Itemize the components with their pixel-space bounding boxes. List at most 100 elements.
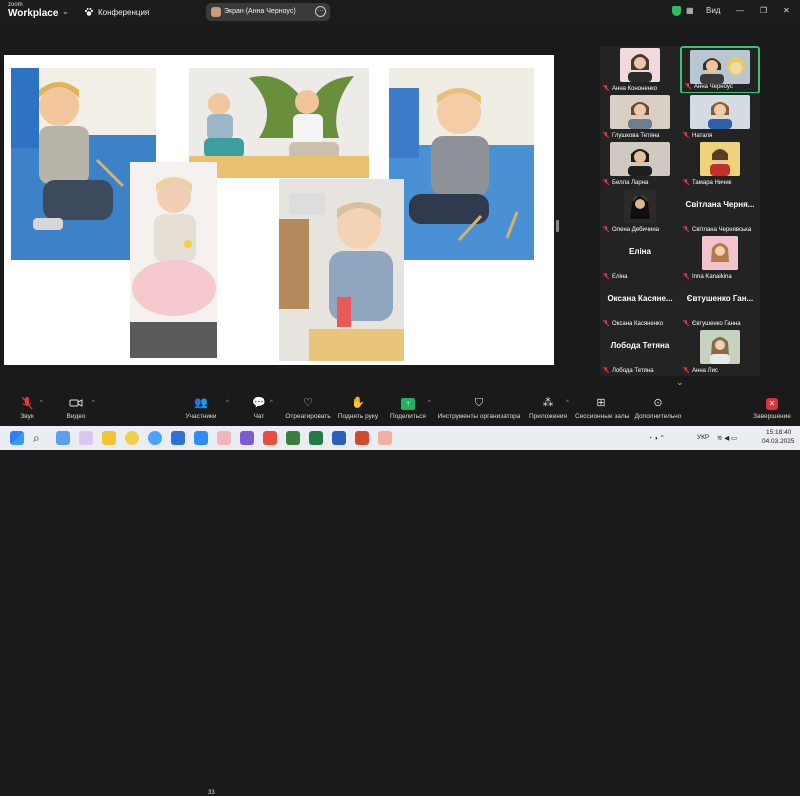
file-explorer-icon[interactable] xyxy=(102,431,116,445)
breakout-rooms-icon: ⊞ xyxy=(596,397,606,409)
minimize-icon[interactable]: — xyxy=(736,6,744,15)
copilot-icon[interactable] xyxy=(56,431,70,445)
participants-label: Участники xyxy=(185,413,217,420)
caret-up-icon[interactable]: ^ xyxy=(270,400,273,406)
participant-name: Inna Kanaikina xyxy=(692,274,732,280)
screen-share-indicator[interactable]: Экран (Анна Черноус) ··· xyxy=(206,3,330,21)
apps-button[interactable]: ⁂ Приложения xyxy=(528,396,568,420)
zoom-icon[interactable] xyxy=(194,431,208,445)
participant-name: Еліна xyxy=(612,274,628,280)
end-meeting-button[interactable]: ✕ Завершение xyxy=(753,396,791,420)
caret-up-icon[interactable]: ^ xyxy=(428,400,431,406)
photo-child-4 xyxy=(130,162,217,358)
share-title: Экран (Анна Черноус) xyxy=(224,8,296,15)
participants-button[interactable]: 👥 Участники xyxy=(184,396,218,420)
participants-count: 33 xyxy=(208,790,215,796)
participant-tile[interactable]: Белла Ларна xyxy=(600,140,680,188)
participant-name: Наталя xyxy=(692,133,713,139)
app-icon[interactable] xyxy=(286,431,300,445)
participant-name: Світлана Чернявська xyxy=(692,227,752,233)
clock-date[interactable]: 04.03.2025 xyxy=(762,438,795,445)
excel-icon[interactable] xyxy=(309,431,323,445)
participant-tile[interactable]: Тамара Ничик xyxy=(680,140,760,188)
viber-icon[interactable] xyxy=(240,431,254,445)
chevron-down-icon[interactable]: ⌄ xyxy=(676,377,684,388)
participant-name: Оксана Касяненко xyxy=(612,321,664,327)
participant-tile[interactable]: Наталя xyxy=(680,93,760,141)
tray-icons[interactable]: ◔ ◑ ⌃ xyxy=(648,434,665,442)
more-label: Дополнительно xyxy=(634,413,682,420)
close-icon[interactable]: ✕ xyxy=(783,6,790,15)
participant-tile[interactable]: Inna Kanaikina xyxy=(680,234,760,282)
shared-screen xyxy=(4,55,554,365)
participant-tile[interactable]: Оксана Касяне... Оксана Касяненко xyxy=(600,281,680,329)
app-icon[interactable] xyxy=(263,431,277,445)
react-button[interactable]: ♡ Отреагировать xyxy=(285,396,331,420)
more-icon[interactable]: ··· xyxy=(315,6,326,17)
participant-video xyxy=(610,142,670,176)
participant-video xyxy=(690,95,750,129)
raise-hand-button[interactable]: ✋ Поднять руку xyxy=(336,396,380,420)
host-tools-button[interactable]: ⛉ Инструменты организатора xyxy=(437,396,521,420)
clock-time[interactable]: 15:18:40 xyxy=(766,429,791,436)
avatar xyxy=(211,7,221,17)
heart-icon: ♡ xyxy=(303,397,313,409)
participant-tile[interactable]: Анна Лис xyxy=(680,328,760,376)
mic-muted-icon xyxy=(603,85,609,91)
more-icon: ⊙ xyxy=(653,397,663,409)
host-tools-label: Инструменты организатора xyxy=(437,413,521,420)
mic-muted-icon xyxy=(683,273,689,279)
participant-tile-active[interactable]: Анна Черноус xyxy=(680,46,760,94)
powerpoint-icon[interactable] xyxy=(355,431,369,445)
telegram-icon[interactable] xyxy=(217,431,231,445)
panel-resize-handle[interactable] xyxy=(556,220,559,232)
app-icon[interactable] xyxy=(125,431,139,445)
mic-muted-icon xyxy=(603,179,609,185)
participant-display-name: Еліна xyxy=(629,247,651,256)
shield-icon[interactable] xyxy=(672,6,681,16)
chevron-down-icon[interactable]: ⌄ xyxy=(62,7,69,16)
more-button[interactable]: ⊙ Дополнительно xyxy=(634,396,682,420)
language-indicator[interactable]: УКР xyxy=(697,434,709,441)
view-button[interactable]: Вид xyxy=(706,6,720,15)
chrome-icon[interactable] xyxy=(148,431,162,445)
network-icon[interactable]: ≋ ◀ ▭ xyxy=(717,434,737,442)
participant-tile[interactable]: Олена Дебичина xyxy=(600,187,680,235)
grid-icon[interactable]: ▦ xyxy=(686,6,694,15)
participant-tile[interactable]: Еліна Еліна xyxy=(600,234,680,282)
shield-icon: ⛉ xyxy=(474,397,484,409)
caret-up-icon[interactable]: ^ xyxy=(226,400,229,406)
close-icon: ✕ xyxy=(766,398,778,410)
raise-hand-label: Поднять руку xyxy=(337,413,379,420)
mic-muted-icon xyxy=(603,273,609,279)
participant-tile[interactable]: Світлана Черня... Світлана Чернявська xyxy=(680,187,760,235)
participant-tile[interactable]: Глушкова Тетяна xyxy=(600,93,680,141)
chat-button[interactable]: 💬 Чат xyxy=(250,396,268,420)
participant-tile[interactable]: Лобода Тетяна Лобода Тетяна xyxy=(600,328,680,376)
participant-tile[interactable]: Анна Кононенко xyxy=(600,46,680,94)
participant-video xyxy=(690,50,750,84)
conference-menu[interactable]: Конференция xyxy=(84,7,149,17)
participant-video xyxy=(702,236,738,270)
participant-gallery: Анна Кононенко Анна Черноус Глушкова Тет… xyxy=(597,44,764,376)
audio-button[interactable]: Звук xyxy=(14,396,40,420)
video-button[interactable]: Видео xyxy=(62,396,90,420)
caret-up-icon[interactable]: ^ xyxy=(92,400,95,406)
search-icon[interactable]: ⌕ xyxy=(33,431,47,445)
participant-video xyxy=(700,330,740,364)
app-icon[interactable] xyxy=(378,431,392,445)
mic-muted-icon xyxy=(683,132,689,138)
app-icon[interactable] xyxy=(171,431,185,445)
share-button[interactable]: ↑ Поделиться xyxy=(390,396,426,420)
participant-tile[interactable]: Євтушенко Ган... Євтушенко Ганна xyxy=(680,281,760,329)
windows-start-icon[interactable] xyxy=(10,431,24,445)
participant-name: Олена Дебичина xyxy=(612,227,660,233)
caret-up-icon[interactable]: ^ xyxy=(566,400,569,406)
caret-up-icon[interactable]: ^ xyxy=(40,400,43,406)
participant-video xyxy=(624,189,656,223)
restore-icon[interactable]: ❐ xyxy=(760,6,767,15)
photo-child-5 xyxy=(279,179,404,361)
breakout-rooms-button[interactable]: ⊞ Сессионные залы xyxy=(575,396,629,420)
word-icon[interactable] xyxy=(332,431,346,445)
app-icon[interactable] xyxy=(79,431,93,445)
